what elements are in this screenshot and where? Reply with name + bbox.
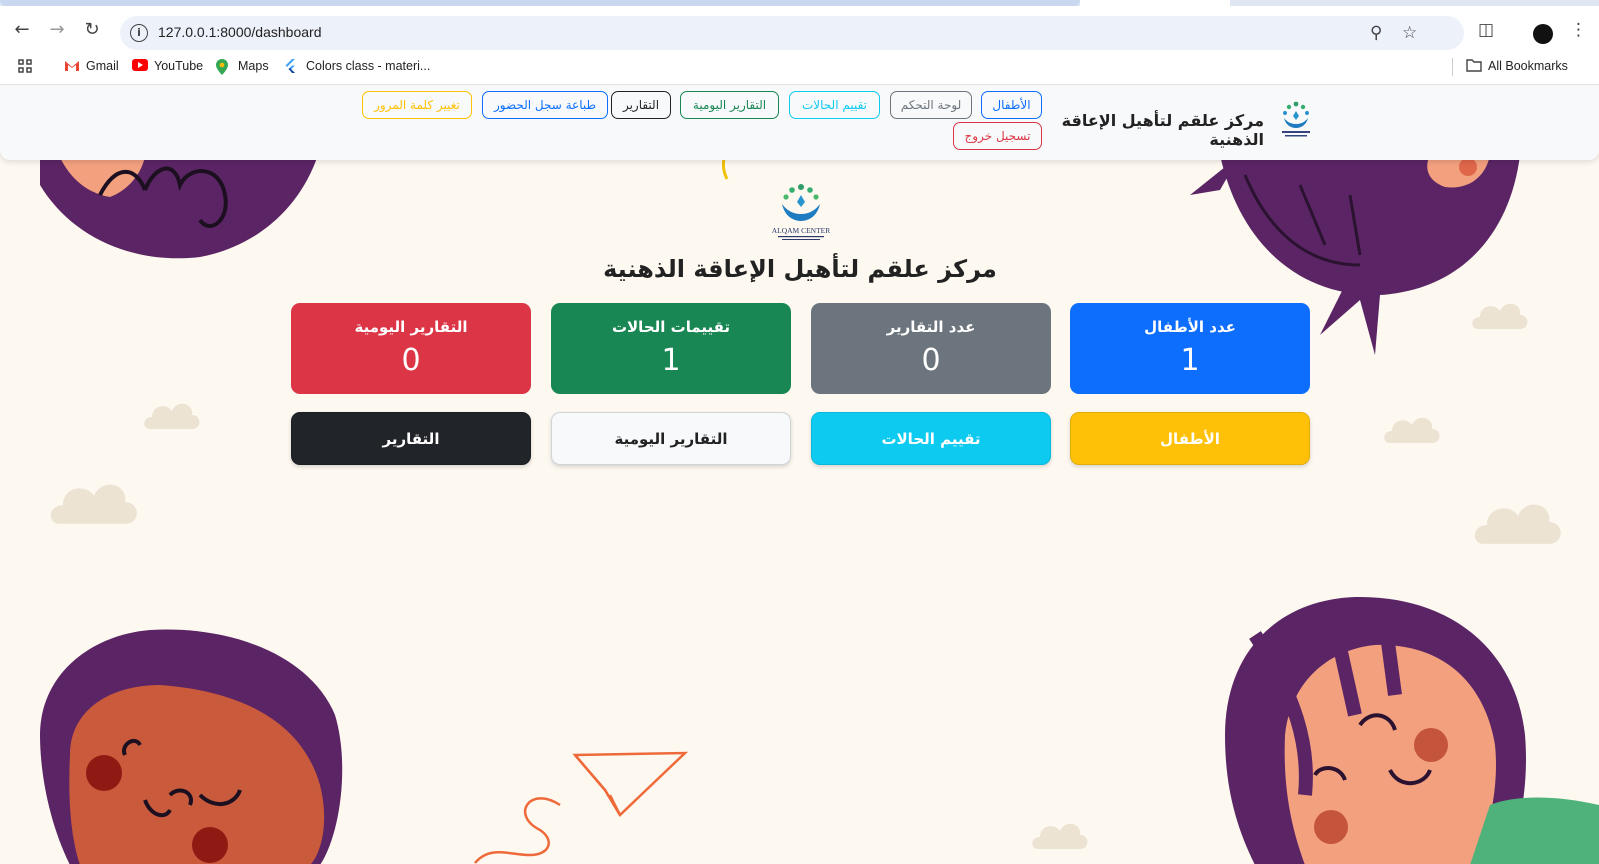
cloud-decoration	[1472, 303, 1528, 329]
daily-reports-button[interactable]: التقارير اليومية	[551, 412, 791, 465]
all-bookmarks[interactable]: All Bookmarks	[1466, 59, 1568, 73]
stat-value: 1	[661, 343, 681, 378]
stat-value: 1	[1180, 343, 1200, 378]
stat-label: عدد الأطفال	[1144, 318, 1236, 336]
extensions-icon[interactable]: ◫	[1478, 20, 1494, 40]
nav-dashboard-button[interactable]: لوحة التحكم	[890, 91, 972, 119]
page-content: مركز علقم لتأهيل الإعاقة الذهنية الأطفال…	[0, 85, 1599, 864]
bookmarks-bar: Gmail YouTube Maps Colors class - materi…	[0, 50, 1599, 85]
alqam-center-logo: ALQAM CENTER	[772, 184, 831, 240]
children-button[interactable]: الأطفال	[1070, 412, 1310, 465]
folder-icon	[1466, 59, 1482, 73]
nav-logout-button[interactable]: تسجيل خروج	[953, 122, 1042, 150]
stat-label: عدد التقارير	[886, 318, 976, 336]
bookmark-label: YouTube	[154, 59, 204, 73]
yellow-streak-decoration	[721, 157, 729, 180]
bookmark-youtube[interactable]: YouTube	[132, 59, 203, 73]
gmail-icon	[64, 59, 80, 73]
bookmark-maps[interactable]: Maps	[216, 59, 269, 75]
nav-children-button[interactable]: الأطفال	[981, 91, 1042, 119]
zoom-icon[interactable]: ⚲	[1370, 23, 1382, 43]
maps-icon	[216, 59, 232, 75]
cloud-decoration	[1474, 504, 1561, 544]
nav-evaluation-button[interactable]: تقييم الحالات	[789, 91, 880, 119]
paper-plane-illustration	[474, 751, 689, 864]
stat-card-daily-reports: التقارير اليومية 0	[291, 303, 531, 394]
flutter-icon	[284, 59, 300, 73]
boy-illustration-bottom-left	[40, 629, 343, 864]
stat-card-children: عدد الأطفال 1	[1070, 303, 1310, 394]
nav-print-attendance-button[interactable]: طباعة سجل الحضور	[482, 91, 608, 119]
alqam-logo-icon[interactable]	[1276, 98, 1316, 140]
bookmark-label: Colors class - materi...	[306, 59, 431, 73]
bookmark-colors-class[interactable]: Colors class - materi...	[284, 59, 430, 73]
stat-label: تقييمات الحالات	[611, 318, 731, 336]
bookmark-label: Gmail	[86, 59, 119, 73]
all-bookmarks-label: All Bookmarks	[1488, 59, 1568, 73]
navbar-brand[interactable]: مركز علقم لتأهيل الإعاقة الذهنية	[1050, 111, 1264, 149]
cloud-decoration	[1384, 417, 1440, 443]
nav-change-password-button[interactable]: تغيير كلمة المرور	[362, 91, 472, 119]
stat-label: التقارير اليومية	[354, 318, 468, 336]
reports-button[interactable]: التقارير	[291, 412, 531, 465]
address-url[interactable]: 127.0.0.1:8000/dashboard	[158, 24, 321, 40]
logo-text: ALQAM CENTER	[772, 226, 831, 235]
bookmark-label: Maps	[238, 59, 269, 73]
bookmark-gmail[interactable]: Gmail	[64, 59, 119, 73]
back-icon[interactable]: ←	[10, 18, 34, 42]
cloud-decoration	[1032, 823, 1088, 849]
girl-illustration-bottom-right	[1225, 596, 1599, 864]
menu-icon[interactable]: ⋮	[1570, 20, 1587, 40]
reload-icon[interactable]: ↻	[80, 18, 104, 42]
profile-avatar[interactable]	[1533, 24, 1553, 44]
apps-icon[interactable]	[18, 59, 32, 73]
top-navbar: مركز علقم لتأهيل الإعاقة الذهنية الأطفال…	[0, 85, 1599, 160]
forward-icon[interactable]: →	[45, 18, 69, 42]
browser-toolbar: ← → ↻ i 127.0.0.1:8000/dashboard ⚲ ☆ ◫ ⋮	[0, 6, 1599, 50]
bookmarks-divider	[1452, 58, 1453, 76]
page-title: مركز علقم لتأهيل الإعاقة الذهنية	[603, 255, 997, 283]
nav-reports-button[interactable]: التقارير	[611, 91, 671, 119]
bookmark-star-icon[interactable]: ☆	[1402, 23, 1417, 43]
cloud-decoration	[144, 403, 200, 429]
stat-value: 0	[921, 343, 941, 378]
cloud-decoration	[50, 484, 137, 524]
address-bar[interactable]: i 127.0.0.1:8000/dashboard ⚲ ☆	[120, 16, 1464, 50]
stat-card-evaluations: تقييمات الحالات 1	[551, 303, 791, 394]
evaluation-button[interactable]: تقييم الحالات	[811, 412, 1051, 465]
stat-card-reports: عدد التقارير 0	[811, 303, 1051, 394]
stat-value: 0	[401, 343, 421, 378]
youtube-icon	[132, 59, 148, 73]
site-info-icon[interactable]: i	[130, 24, 148, 42]
nav-daily-reports-button[interactable]: التقارير اليومية	[680, 91, 779, 119]
